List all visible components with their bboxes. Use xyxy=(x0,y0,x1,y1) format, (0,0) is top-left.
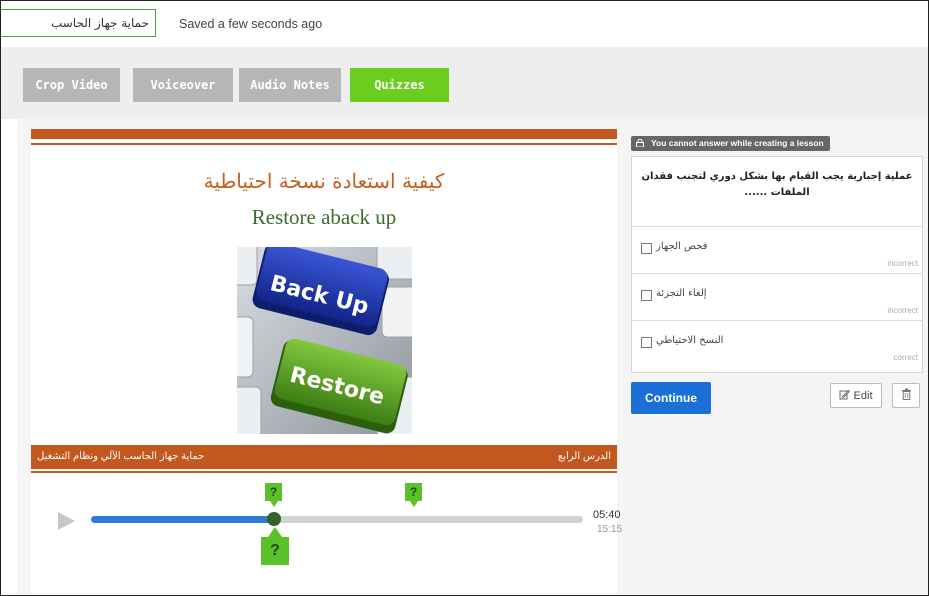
answer-status: correct xyxy=(893,353,918,362)
video-preview: كيفية استعادة نسخة احتياطية Restore abac… xyxy=(31,129,622,595)
answer-text: إلغاء التجزئة xyxy=(656,288,707,299)
answer-option: فحص الجهاز incorrect xyxy=(632,226,922,274)
scrubber-handle[interactable] xyxy=(267,512,282,526)
lock-icon xyxy=(636,139,644,147)
slide-footer: حماية جهاز الحاسب الآلي ونظام التشغيل ال… xyxy=(31,445,617,469)
answer-text: النسخ الاحتياطي xyxy=(656,335,724,346)
answer-checkbox[interactable] xyxy=(641,337,652,348)
slide-footer-rule xyxy=(31,471,617,473)
editor-area: كيفية استعادة نسخة احتياطية Restore abac… xyxy=(17,119,928,595)
quiz-marker-selected[interactable]: ? xyxy=(261,527,289,565)
backup-restore-image: Back Up Restore xyxy=(237,247,412,434)
pencil-icon xyxy=(839,389,851,400)
quiz-marker[interactable]: ? xyxy=(405,483,422,507)
answer-text: فحص الجهاز xyxy=(656,241,708,252)
answer-checkbox[interactable] xyxy=(641,290,652,301)
answer-status: incorrect xyxy=(887,259,918,268)
crop-video-button[interactable]: Crop Video xyxy=(23,68,120,102)
current-time: 05:40 xyxy=(593,509,621,521)
slide-title-english: Restore aback up xyxy=(251,205,397,229)
lesson-title-input[interactable] xyxy=(1,9,156,37)
progress-fill xyxy=(91,516,275,523)
trash-icon xyxy=(901,388,911,400)
quiz-marker[interactable]: ? xyxy=(265,483,282,507)
tool-bar: Crop Video Voiceover Audio Notes Quizzes xyxy=(1,47,928,119)
answer-option: النسخ الاحتياطي correct xyxy=(632,320,922,368)
quiz-lock-notice: You cannot answer while creating a lesso… xyxy=(631,136,830,151)
continue-button[interactable]: Continue xyxy=(631,382,711,414)
edit-button-label: Edit xyxy=(853,390,873,402)
slide-top-thin-rule xyxy=(31,143,617,145)
audio-notes-button[interactable]: Audio Notes xyxy=(239,68,341,102)
quiz-lock-notice-text: You cannot answer while creating a lesso… xyxy=(651,138,824,148)
slide-footer-lesson: الدرس الرابع xyxy=(557,451,611,462)
app-window: Saved a few seconds ago Crop Video Voice… xyxy=(0,0,929,596)
delete-button[interactable] xyxy=(892,383,920,408)
quiz-card: عملية إجبارية يجب القيام بها بشكل دوري ل… xyxy=(631,156,923,373)
edit-button[interactable]: Edit xyxy=(830,383,882,408)
save-status: Saved a few seconds ago xyxy=(179,17,323,31)
quizzes-button[interactable]: Quizzes xyxy=(350,68,449,102)
answer-option: إلغاء التجزئة incorrect xyxy=(632,273,922,321)
play-icon[interactable] xyxy=(58,512,75,530)
slide-top-rule xyxy=(31,129,617,139)
top-bar: Saved a few seconds ago xyxy=(1,1,928,47)
answer-checkbox[interactable] xyxy=(641,243,652,254)
slide-title-arabic: كيفية استعادة نسخة احتياطية xyxy=(203,169,445,193)
quiz-question: عملية إجبارية يجب القيام بها بشكل دوري ل… xyxy=(641,171,913,198)
progress-track[interactable] xyxy=(91,512,583,526)
total-duration: 15:15 xyxy=(597,524,623,535)
voiceover-button[interactable]: Voiceover xyxy=(133,68,233,102)
slide-footer-course: حماية جهاز الحاسب الآلي ونظام التشغيل xyxy=(37,451,205,462)
answer-status: incorrect xyxy=(887,306,918,315)
